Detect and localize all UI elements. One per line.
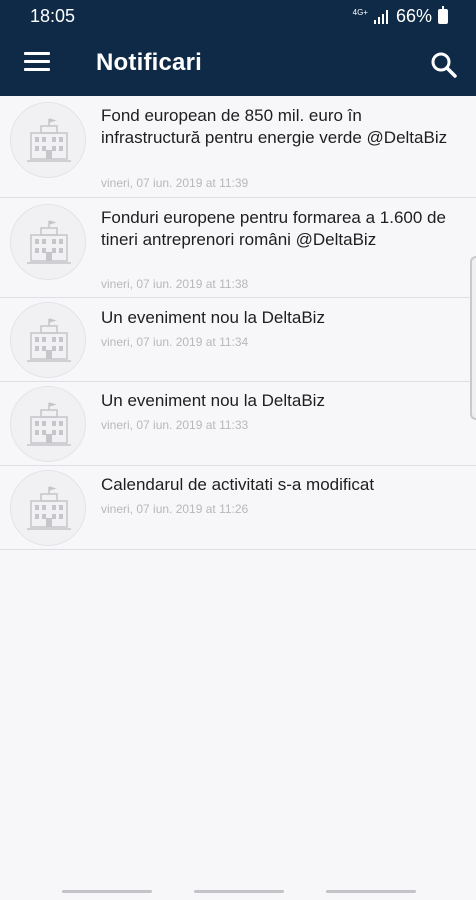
notification-title: Fond european de 850 mil. euro în infras… bbox=[101, 106, 448, 147]
notification-title: Un eveniment nou la DeltaBiz bbox=[101, 391, 325, 410]
government-building-icon bbox=[10, 470, 86, 546]
notification-item[interactable]: Un eveniment nou la DeltaBiz vineri, 07 … bbox=[0, 382, 476, 466]
battery-icon bbox=[438, 6, 448, 24]
notification-title: Un eveniment nou la DeltaBiz bbox=[101, 308, 325, 327]
notification-item[interactable]: Un eveniment nou la DeltaBiz vineri, 07 … bbox=[0, 298, 476, 382]
nav-pill-left[interactable] bbox=[62, 890, 152, 893]
battery-percent: 66% bbox=[395, 6, 432, 26]
notification-timestamp: vineri, 07 iun. 2019 at 11:39 bbox=[101, 176, 249, 190]
government-building-icon bbox=[10, 102, 86, 178]
notification-timestamp: vineri, 07 iun. 2019 at 11:38 bbox=[101, 277, 249, 291]
status-icons: 4G+ 66% bbox=[353, 6, 448, 27]
status-bar: 18:05 4G+ 66% bbox=[0, 0, 476, 32]
search-icon[interactable] bbox=[430, 51, 458, 79]
notification-item[interactable]: Calendarul de activitati s-a modificat v… bbox=[0, 466, 476, 550]
edge-panel-handle[interactable] bbox=[470, 256, 476, 420]
government-building-icon bbox=[10, 204, 86, 280]
notification-item[interactable]: Fonduri europene pentru formarea a 1.600… bbox=[0, 198, 476, 298]
notification-title: Fonduri europene pentru formarea a 1.600… bbox=[101, 208, 446, 249]
government-building-icon bbox=[10, 386, 86, 462]
notification-timestamp: vineri, 07 iun. 2019 at 11:34 bbox=[101, 335, 249, 349]
hamburger-menu-icon[interactable] bbox=[24, 52, 52, 76]
notification-list: Fond european de 850 mil. euro în infras… bbox=[0, 96, 476, 550]
app-bar: Notificari bbox=[0, 32, 476, 96]
notification-item[interactable]: Fond european de 850 mil. euro în infras… bbox=[0, 96, 476, 198]
nav-pill-right[interactable] bbox=[326, 890, 416, 893]
gesture-nav-bar bbox=[0, 882, 476, 900]
status-time: 18:05 bbox=[30, 6, 76, 26]
page-title: Notificari bbox=[96, 49, 203, 76]
notification-timestamp: vineri, 07 iun. 2019 at 11:33 bbox=[101, 418, 249, 432]
government-building-icon bbox=[10, 302, 86, 378]
signal-icon bbox=[373, 9, 388, 24]
notification-title: Calendarul de activitati s-a modificat bbox=[101, 475, 375, 494]
network-type-label: 4G+ bbox=[352, 7, 368, 17]
nav-pill-center[interactable] bbox=[194, 890, 284, 893]
notification-timestamp: vineri, 07 iun. 2019 at 11:26 bbox=[101, 502, 249, 516]
